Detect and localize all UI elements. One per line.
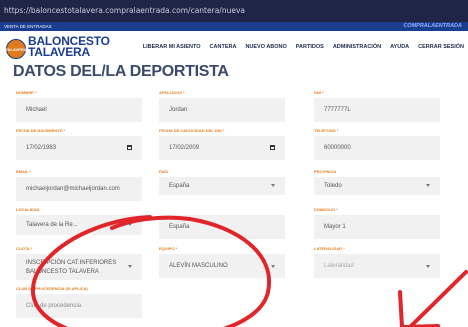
club-logo-text: TALAVERA — [5, 46, 27, 52]
localidad-select[interactable]: Talavera de la Re... — [16, 215, 142, 235]
field-domicilio: DOMICILIO * Mayor 1 — [314, 207, 440, 239]
club-input[interactable]: Club de procedencia — [16, 294, 142, 318]
cuota-value: INSCRIPCIÓN CAT.INFERIORES BALONCESTO TA… — [26, 260, 117, 275]
brand-line2: TALAVERA — [28, 45, 90, 59]
pais-value: España — [169, 183, 190, 189]
field-pais-2: España — [159, 207, 285, 239]
equipo-value: ALEVÍN MASCULINO — [169, 263, 228, 269]
nav-administracion[interactable]: ADMINISTRACIÓN — [333, 44, 381, 50]
top-strip: VENTA DE ENTRADAS COMPRALAENTRADA — [0, 22, 468, 31]
field-lateralidad: LATERALIDAD * Lateralidad — [314, 246, 440, 278]
fecha-dni-label: FECHA DE CADUCIDAD DEL DNI * — [159, 128, 225, 133]
calendar-icon[interactable] — [127, 145, 132, 150]
field-nombre: NOMBRE * Michael — [16, 90, 142, 122]
lateralidad-value: Lateralidad — [324, 263, 354, 269]
nav-cantera[interactable]: CANTERA — [210, 44, 237, 50]
calendar-icon[interactable] — [270, 145, 275, 150]
apellidos-input[interactable]: Jordan — [159, 98, 285, 122]
equipo-label: EQUIPO * — [159, 246, 178, 251]
site-header: TALAVERA BALONCESTO TALAVERA LIBERAR MI … — [0, 31, 468, 61]
telefono-input[interactable]: 60000000 — [314, 136, 440, 160]
chevron-down-icon — [128, 223, 132, 226]
athlete-form: NOMBRE * Michael APELLIDOS * Jordan DNI … — [16, 90, 462, 327]
pais-2-label — [159, 207, 285, 212]
dni-input[interactable]: 7777777L — [314, 98, 440, 122]
provincia-label: PROVINCIA — [314, 169, 337, 174]
fecha-dni-value: 17/02/2009 — [169, 145, 200, 151]
localidad-value: Talavera de la Re... — [26, 222, 78, 228]
top-strip-brand[interactable]: COMPRALAENTRADA — [403, 22, 462, 31]
chevron-down-icon — [128, 265, 132, 268]
field-email: EMAIL * michaeljordan@michaeljordan.com — [16, 169, 142, 201]
field-pais: PAÍS España — [159, 169, 285, 195]
browser-url-bar[interactable]: https://baloncestotalavera.compralaentra… — [0, 0, 468, 22]
nav-liberar-asiento[interactable]: LIBERAR MI ASIENTO — [143, 44, 201, 50]
nav-partidos[interactable]: PARTIDOS — [296, 44, 324, 50]
lateralidad-label: LATERALIDAD * — [314, 246, 345, 251]
cuota-select[interactable]: INSCRIPCIÓN CAT.INFERIORES BALONCESTO TA… — [16, 254, 142, 280]
nav-ayuda[interactable]: AYUDA — [390, 44, 409, 50]
email-label: EMAIL * — [16, 169, 32, 174]
domicilio-label: DOMICILIO * — [314, 207, 338, 212]
telefono-label: TELÉFONO * — [314, 128, 339, 133]
main-nav: LIBERAR MI ASIENTO CANTERA NUEVO ABONO P… — [143, 44, 464, 50]
nombre-label: NOMBRE * — [16, 90, 37, 95]
chevron-down-icon — [426, 184, 430, 187]
pais-label: PAÍS — [159, 169, 169, 174]
localidad-label: LOCALIDAD — [16, 207, 40, 212]
nav-nuevo-abono[interactable]: NUEVO ABONO — [245, 44, 286, 50]
club-logo[interactable]: TALAVERA — [5, 39, 27, 59]
cuota-label: CUOTA * — [16, 246, 33, 251]
field-provincia: PROVINCIA Toledo — [314, 169, 440, 195]
pais-2-input[interactable]: España — [159, 215, 285, 239]
field-telefono: TELÉFONO * 60000000 — [314, 128, 440, 160]
provincia-value: Toledo — [324, 183, 342, 189]
domicilio-input[interactable]: Mayor 1 — [314, 215, 440, 239]
email-input[interactable]: michaeljordan@michaeljordan.com — [16, 177, 142, 201]
page-title: DATOS DEL/LA DEPORTISTA — [13, 63, 229, 80]
chevron-down-icon — [426, 265, 430, 268]
field-cuota: CUOTA * INSCRIPCIÓN CAT.INFERIORES BALON… — [16, 246, 142, 280]
field-apellidos: APELLIDOS * Jordan — [159, 90, 285, 122]
field-localidad: LOCALIDAD Talavera de la Re... — [16, 207, 142, 235]
fecha-dni-input[interactable]: 17/02/2009 — [159, 136, 285, 160]
nav-cerrar-sesion[interactable]: CERRAR SESIÓN — [418, 44, 464, 50]
club-label: CLUB DE PROCEDENCIA (SI APLICA) — [16, 286, 88, 291]
pais-select[interactable]: España — [159, 177, 285, 195]
provincia-select[interactable]: Toledo — [314, 177, 440, 195]
top-strip-left: VENTA DE ENTRADAS — [4, 24, 52, 29]
nombre-input[interactable]: Michael — [16, 98, 142, 122]
dni-label: DNI * — [314, 90, 324, 95]
field-club: CLUB DE PROCEDENCIA (SI APLICA) Club de … — [16, 286, 142, 318]
chevron-down-icon — [271, 265, 275, 268]
fecha-nacimiento-label: FECHA DE NACIMIENTO * — [16, 128, 66, 133]
field-fecha-nacimiento: FECHA DE NACIMIENTO * 17/02/1983 — [16, 128, 142, 160]
brand-name[interactable]: BALONCESTO TALAVERA — [28, 35, 110, 59]
fecha-nacimiento-input[interactable]: 17/02/1983 — [16, 136, 142, 160]
apellidos-label: APELLIDOS * — [159, 90, 185, 95]
chevron-down-icon — [271, 184, 275, 187]
fecha-nacimiento-value: 17/02/1983 — [26, 145, 57, 151]
equipo-select[interactable]: ALEVÍN MASCULINO — [159, 254, 285, 278]
lateralidad-select[interactable]: Lateralidad — [314, 254, 440, 278]
field-equipo: EQUIPO * ALEVÍN MASCULINO — [159, 246, 285, 278]
field-fecha-dni: FECHA DE CADUCIDAD DEL DNI * 17/02/2009 — [159, 128, 285, 160]
page: VENTA DE ENTRADAS COMPRALAENTRADA TALAVE… — [0, 22, 468, 327]
field-dni: DNI * 7777777L — [314, 90, 440, 122]
